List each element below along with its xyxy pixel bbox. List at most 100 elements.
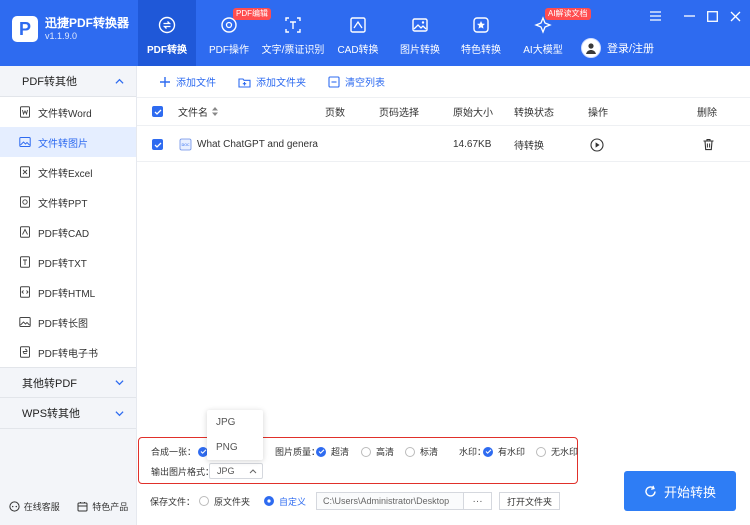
section-pdf-to-other[interactable]: PDF转其他 [0,66,136,97]
quality-option-ultra[interactable]: 超清 [316,445,349,458]
add-file-button[interactable]: 添加文件 [159,74,216,89]
radio-checked-icon [483,446,493,457]
section-wps-to-other[interactable]: WPS转其他 [0,398,136,429]
sidebar-item-label: PDF转HTML [38,288,96,300]
minimize-icon[interactable] [683,10,695,22]
play-button[interactable] [590,128,604,161]
quality-option-standard[interactable]: 标清 [405,445,438,458]
tab-label: CAD转换 [337,45,379,56]
sidebar-item-picture[interactable]: 文件转图片 [0,127,136,157]
chevron-down-icon [115,380,124,386]
menu-icon[interactable] [649,10,661,22]
save-original-folder-option[interactable]: 原文件夹 [199,495,250,508]
sidebar-item-ebook[interactable]: PDF转电子书 [0,337,136,367]
column-filename-label: 文件名 [178,108,208,119]
maximize-icon[interactable] [706,10,718,22]
app-logo: P 迅捷PDF转换器 v1.1.9.0 [12,16,129,42]
sidebar-item-cad[interactable]: PDF转CAD [0,217,136,247]
image-icon [410,15,430,35]
save-label: 保存文件： [150,496,196,507]
word-icon [19,106,31,118]
play-icon [590,137,604,152]
delete-button[interactable] [702,128,715,161]
excel-icon [19,166,31,178]
clear-list-button[interactable]: 清空列表 [328,74,385,89]
start-convert-button[interactable]: 开始转换 [624,471,736,511]
quality-option-high[interactable]: 高清 [361,445,394,458]
chevron-up-icon [115,78,124,84]
cad-file-icon [19,226,31,238]
quality-label: 图片质量： [275,447,321,457]
section-title: PDF转其他 [22,76,77,88]
sidebar-item-label: PDF转TXT [38,258,87,270]
doc-file-icon: DOC [179,138,192,151]
format-select[interactable]: JPG [209,463,263,479]
column-filename[interactable]: 文件名 [178,98,218,125]
save-custom-option[interactable]: 自定义 [264,495,306,508]
ppt-icon [19,196,31,208]
browse-button[interactable]: ··· [464,492,493,510]
original-folder-label: 原文件夹 [214,496,251,507]
login-area[interactable]: 登录/注册 [581,38,654,58]
open-folder-button[interactable]: 打开文件夹 [499,492,561,510]
column-pages: 页数 [325,108,345,119]
txt-icon [19,256,31,268]
watermark-option-yes[interactable]: 有水印 [483,445,525,458]
online-service-button[interactable]: 在线客服 [9,500,60,513]
online-service-label: 在线客服 [23,502,60,512]
html-icon [19,286,31,298]
products-icon [77,502,88,512]
table-row[interactable]: DOC What ChatGPT and genera 14.67KB 待转换 [137,128,750,162]
section-other-to-pdf[interactable]: 其他转PDF [0,367,136,398]
file-table-header: 文件名 页数 页码选择 原始大小 转换状态 操作 删除 [137,98,750,126]
format-option-jpg[interactable]: JPG [207,410,263,435]
title-bar: P 迅捷PDF转换器 v1.1.9.0 PDF转换 PDF操作 PDF编辑 文字… [0,0,750,66]
tab-pdf-convert[interactable]: PDF转换 [138,0,196,66]
quality-option-label: 超清 [331,447,350,457]
column-action: 操作 [588,108,608,119]
file-name: What ChatGPT and genera [197,139,318,150]
featured-products-button[interactable]: 特色产品 [77,500,128,513]
tab-cad[interactable]: CAD转换 [336,0,380,66]
featured-products-label: 特色产品 [92,502,129,512]
format-dropdown-list: JPG PNG [207,410,263,460]
row-checkbox[interactable] [152,128,163,161]
radio-selected-icon [264,496,275,506]
quality-option-label: 标清 [420,447,439,457]
quality-option-label: 高清 [376,447,395,457]
ai-doc-badge: AI解读文档 [545,8,591,20]
file-status: 待转换 [514,141,544,152]
watermark-option-no[interactable]: 无水印 [536,445,578,458]
sidebar-item-label: PDF转长图 [38,318,88,330]
format-label: 输出图片格式： [151,467,215,477]
tab-label: 图片转换 [400,45,440,56]
sidebar-item-long-image[interactable]: PDF转长图 [0,307,136,337]
cad-icon [348,15,368,35]
merge-label: 合成一张： [151,447,197,457]
sidebar-item-excel[interactable]: 文件转Excel [0,157,136,187]
logo-icon: P [12,16,38,42]
section-title: 其他转PDF [22,377,77,390]
tab-image[interactable]: 图片转换 [398,0,442,66]
tab-ocr[interactable]: 文字/票证识别 [262,0,324,66]
app-title: 迅捷PDF转换器 [45,16,130,30]
save-path-input[interactable]: C:\Users\Administrator\Desktop [316,492,465,510]
clear-list-icon [328,75,340,88]
custom-label: 自定义 [279,496,307,507]
sidebar-item-txt[interactable]: PDF转TXT [0,247,136,277]
merge-option[interactable]: 合成一张： [151,445,213,458]
close-icon[interactable] [729,10,741,22]
format-option-png[interactable]: PNG [207,435,263,460]
tab-special[interactable]: 特色转换 [458,0,504,66]
sidebar-item-html[interactable]: PDF转HTML [0,277,136,307]
sidebar-item-ppt[interactable]: 文件转PPT [0,187,136,217]
checkbox-checked-icon [152,106,163,117]
select-all-checkbox[interactable] [152,98,163,125]
picture-icon [19,136,31,148]
sidebar-item-word[interactable]: 文件转Word [0,97,136,127]
section-title: WPS转其他 [22,408,81,420]
format-select-value: JPG [217,466,235,476]
sidebar-item-label: PDF转CAD [38,228,90,240]
add-folder-button[interactable]: 添加文件夹 [238,74,306,89]
add-folder-icon [238,77,251,88]
